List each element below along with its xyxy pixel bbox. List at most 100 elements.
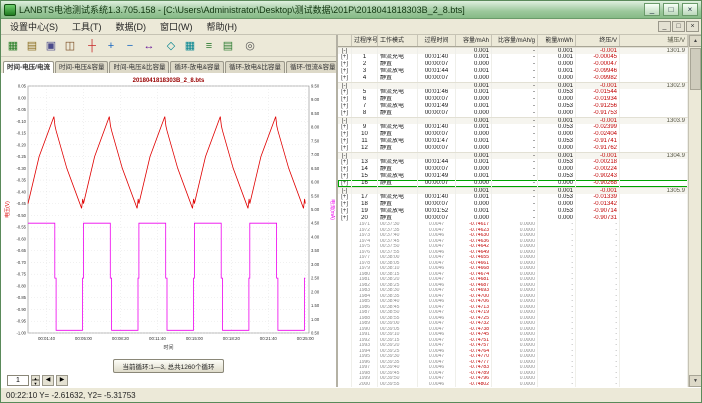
app-window: LANBTS电池测试系统1.3.705.158 - [C:\Users\Admi… — [0, 0, 702, 403]
svg-text:1.00: 1.00 — [311, 317, 320, 322]
cycle-summary-row[interactable]: [-]0.001-0.001-0.0011302.9 — [338, 82, 688, 89]
tab-0[interactable]: 时间-电压/电流 — [3, 61, 54, 73]
table-row[interactable]: [+]9恒流充电00:01:400.001-0.053-0.02399 — [338, 124, 688, 131]
print-icon[interactable]: ▣ — [42, 37, 60, 55]
cell: 恒流放电 — [378, 208, 418, 215]
cell: -0.90714 — [576, 208, 620, 215]
mdi-close-button[interactable]: × — [686, 21, 699, 32]
cell: 4 — [352, 75, 378, 82]
cycle-summary-row[interactable]: [-]0.001-0.001-0.0011303.9 — [338, 117, 688, 124]
menu-item-1[interactable]: 工具(T) — [65, 19, 109, 34]
copy-icon[interactable]: ◫ — [61, 37, 79, 55]
table-header-row[interactable]: 过程序号工作模式过程时间容量/mAh比容量/mAh/g能量/mWh终压/V辅压/… — [338, 35, 688, 47]
menu-item-4[interactable]: 帮助(H) — [200, 19, 245, 34]
cell: 恒流充电 — [378, 194, 418, 201]
cell: - — [492, 75, 538, 82]
status-bar: 00:22:10 Y= -2.61632, Y2= -5.31753 — [1, 387, 701, 402]
cell: [+] — [338, 54, 352, 61]
table-row[interactable]: [+]3恒流放电00:01:440.001-0.001-0.09946 — [338, 68, 688, 75]
table-row[interactable]: [+]8静置00:00:070.000-0.000-0.91753 — [338, 110, 688, 117]
spin-down-icon[interactable]: ▼ — [31, 380, 40, 386]
cell: 静置 — [378, 110, 418, 117]
cell: -0.00224 — [576, 166, 620, 173]
zoom-in-icon[interactable]: + — [102, 37, 120, 55]
cell: 0.001 — [538, 68, 576, 75]
prev-page-button[interactable]: ◀ — [42, 375, 54, 386]
cell: -0.01342 — [576, 201, 620, 208]
settings-icon[interactable]: ◎ — [241, 37, 259, 55]
table-row[interactable]: [+]12静置00:00:070.000-0.000-0.91762 — [338, 145, 688, 152]
zoom-out-icon[interactable]: − — [121, 37, 139, 55]
table-row[interactable]: [+]6静置00:00:070.000-0.000-0.01934 — [338, 96, 688, 103]
record-row[interactable]: 200000:39:550.0046-0.748020.0000-- — [338, 382, 688, 388]
table-row[interactable]: [+]4静置00:00:070.000-0.000-0.09982 — [338, 75, 688, 82]
table-row[interactable]: [+]11恒流放电00:01:470.001-0.053-0.91741 — [338, 138, 688, 145]
cell: 0.000 — [538, 201, 576, 208]
minimize-button[interactable]: _ — [644, 3, 660, 16]
table-row[interactable]: [+]10静置00:00:070.000-0.000-0.02404 — [338, 131, 688, 138]
cell: 0.001 — [456, 89, 492, 96]
cell: 0.001 — [456, 54, 492, 61]
scroll-down-icon[interactable]: ▼ — [689, 375, 701, 387]
cursor-cross-icon[interactable]: ┼ — [83, 37, 101, 55]
cycle-summary-row[interactable]: [-]0.001-0.001-0.0011304.9 — [338, 152, 688, 159]
tab-5[interactable]: 循环-恒流&容量 — [286, 61, 336, 73]
table-row[interactable]: [+]17恒流充电00:01:400.001-0.053-0.01339 — [338, 194, 688, 201]
chart-canvas[interactable]: 0.050.00-0.05-0.10-0.15-0.20-0.25-0.30-0… — [2, 73, 335, 357]
table-row[interactable]: [+]19恒流放电00:01:520.001-0.053-0.90714 — [338, 208, 688, 215]
cell: [+] — [338, 68, 352, 75]
cell: - — [492, 110, 538, 117]
cell: [+] — [338, 194, 352, 201]
table-row[interactable]: [+]13恒流充电00:01:440.001-0.053-0.00218 — [338, 159, 688, 166]
pan-icon[interactable]: ↔ — [140, 37, 158, 55]
cell: 00:01:44 — [418, 68, 456, 75]
cycle-info-button[interactable]: 当前循环:1—3, 总共1260个循环 — [113, 359, 223, 373]
table-row[interactable]: [+]7恒流放电00:01:490.001-0.053-0.91256 — [338, 103, 688, 110]
cell: 恒流放电 — [378, 173, 418, 180]
vertical-scrollbar[interactable]: ▲ ▼ — [688, 35, 701, 387]
table-row[interactable]: [+]15恒流放电00:01:490.001-0.053-0.90243 — [338, 173, 688, 180]
cell: 恒流充电 — [378, 89, 418, 96]
full-scale-icon[interactable]: ◇ — [162, 37, 180, 55]
report-icon[interactable]: ▤ — [219, 37, 237, 55]
scrollbar-thumb[interactable] — [690, 48, 701, 90]
cell: - — [492, 215, 538, 222]
tab-3[interactable]: 循环-放电&容量 — [170, 61, 224, 73]
table-row[interactable]: [+]20静置00:00:070.000-0.000-0.90731 — [338, 215, 688, 222]
table-row[interactable]: [+]2静置00:00:070.000-0.000-0.00047 — [338, 61, 688, 68]
table-row[interactable]: [+]14静置00:00:070.000-0.000-0.00224 — [338, 166, 688, 173]
cell: [+] — [338, 61, 352, 68]
mdi-minimize-button[interactable]: _ — [658, 21, 671, 32]
cell: 恒流放电 — [378, 68, 418, 75]
table-row[interactable]: [+]18静置00:00:070.000-0.000-0.01342 — [338, 201, 688, 208]
tab-2[interactable]: 时间-电压&比容量 — [109, 61, 169, 73]
table-row[interactable]: [+]1恒流充电00:01:400.001-0.001-0.00045 — [338, 54, 688, 61]
tab-1[interactable]: 时间-电压&容量 — [55, 61, 109, 73]
grid-icon[interactable]: ▦ — [181, 37, 199, 55]
process-table: 过程序号工作模式过程时间容量/mAh比容量/mAh/g能量/mWh终压/V辅压/… — [338, 35, 688, 387]
menu-item-3[interactable]: 窗口(W) — [153, 19, 200, 34]
cell: 0.053 — [538, 103, 576, 110]
close-button[interactable]: × — [682, 3, 698, 16]
cycle-summary-row[interactable]: [-]0.001-0.001-0.0011305.9 — [338, 187, 688, 194]
table-row[interactable]: [+]16静置00:00:070.000-0.000-0.90268 — [338, 180, 688, 187]
menu-item-0[interactable]: 设置中心(S) — [3, 19, 65, 34]
table-row[interactable]: [+]5恒流充电00:01:460.001-0.053-0.01544 — [338, 89, 688, 96]
menu-item-2[interactable]: 数据(D) — [109, 19, 154, 34]
save-icon[interactable]: ▦ — [4, 37, 22, 55]
cycle-summary-row[interactable]: [-]0.001-0.001-0.0011301.9 — [338, 47, 688, 54]
cell: 00:00:07 — [418, 131, 456, 138]
maximize-button[interactable]: □ — [663, 3, 679, 16]
cell: -0.91741 — [576, 138, 620, 145]
cell: 恒流充电 — [378, 54, 418, 61]
tab-4[interactable]: 循环-放电&比容量 — [225, 61, 285, 73]
cell: 终压/V — [576, 35, 620, 46]
next-page-button[interactable]: ▶ — [56, 375, 68, 386]
scroll-up-icon[interactable]: ▲ — [689, 35, 701, 47]
data-table-icon[interactable]: ≡ — [200, 37, 218, 55]
export-icon[interactable]: ▤ — [23, 37, 41, 55]
cell — [338, 382, 352, 388]
mdi-restore-button[interactable]: □ — [672, 21, 685, 32]
cell: 8 — [352, 110, 378, 117]
page-number-input[interactable] — [7, 375, 29, 386]
